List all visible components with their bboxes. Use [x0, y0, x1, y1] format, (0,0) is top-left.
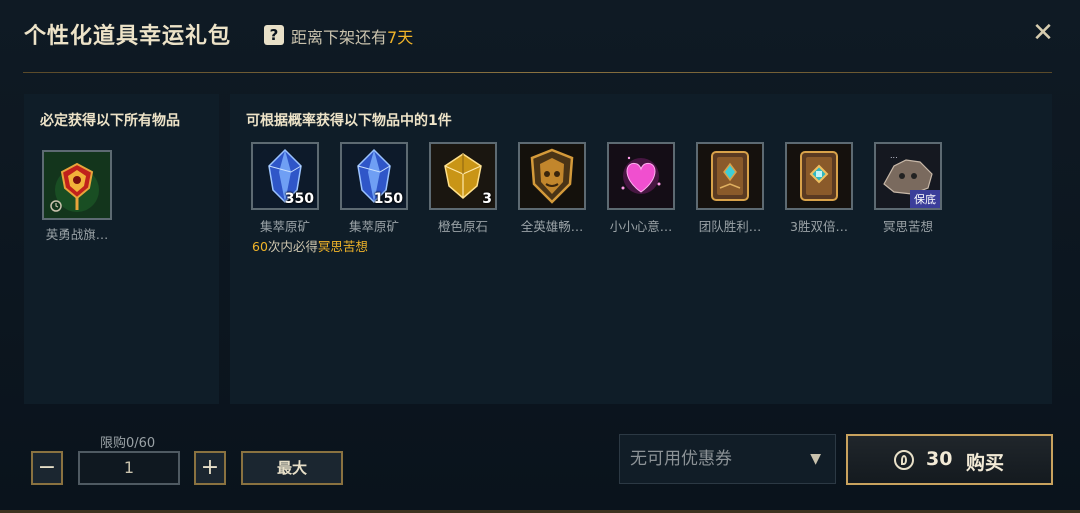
increase-button[interactable]: +	[194, 451, 226, 485]
blue-crystal-icon[interactable]: 350	[251, 142, 319, 210]
close-icon[interactable]: ✕	[1030, 20, 1056, 46]
quantity-input[interactable]: 1	[78, 451, 180, 485]
delist-days: 7天	[387, 28, 414, 47]
help-icon[interactable]: ?	[264, 25, 284, 45]
pity-note: 60次内必得冥思苦想	[252, 236, 368, 255]
purchase-limit: 限购0/60	[100, 436, 156, 451]
delist-countdown: 距离下架还有7天	[291, 24, 413, 48]
coupon-label: 无可用优惠券	[630, 449, 732, 469]
item-caption: 全英雄畅…	[520, 219, 584, 234]
pity-count: 60	[252, 239, 268, 254]
decrease-button[interactable]: −	[31, 451, 63, 485]
item-caption: 集萃原矿	[348, 219, 399, 234]
random-title: 可根据概率获得以下物品中的1件	[246, 113, 452, 129]
item-caption: 团队胜利…	[698, 219, 762, 234]
item-caption: 冥思苦想	[882, 219, 933, 234]
orange-essence-icon[interactable]: 3	[429, 142, 497, 210]
item-caption: 小小心意…	[609, 219, 673, 234]
item-caption: 橙色原石	[437, 219, 488, 234]
card-icon[interactable]	[785, 142, 853, 210]
item-quantity: 350	[284, 191, 314, 207]
random-panel: 可根据概率获得以下物品中的1件 350 集萃原矿 150 集萃原矿 3 橙色原石…	[230, 94, 1052, 404]
champion-shield-icon[interactable]	[518, 142, 586, 210]
guarantee-badge: 保底	[910, 190, 940, 208]
max-button[interactable]: 最大	[241, 451, 343, 485]
item-caption: 3胜双倍…	[790, 219, 848, 234]
coupon-select[interactable]: 无可用优惠券 ▼	[619, 434, 836, 484]
banner-icon[interactable]	[42, 150, 112, 220]
dialog-title: 个性化道具幸运礼包	[24, 24, 232, 49]
item-quantity: 150	[373, 191, 403, 207]
svg-text:...: ...	[890, 151, 898, 160]
chevron-down-icon: ▼	[810, 451, 821, 467]
currency-icon	[894, 450, 914, 470]
price: 30	[926, 448, 953, 470]
heart-icon[interactable]	[607, 142, 675, 210]
delist-prefix: 距离下架还有	[291, 28, 388, 47]
buy-label: 购买	[966, 452, 1005, 474]
pity-text: 次内必得	[267, 239, 318, 254]
guaranteed-panel: 必定获得以下所有物品 英勇战旗…	[24, 94, 219, 404]
guaranteed-title: 必定获得以下所有物品	[40, 113, 180, 129]
card-icon[interactable]	[696, 142, 764, 210]
item-caption: 英勇战旗…	[45, 227, 109, 242]
blue-crystal-icon[interactable]: 150	[340, 142, 408, 210]
pity-item: 冥思苦想	[317, 239, 368, 254]
item-quantity: 3	[482, 191, 492, 207]
gift-pack-dialog: 个性化道具幸运礼包 ? 距离下架还有7天 ✕ 必定获得以下所有物品 英勇战旗… …	[0, 0, 1080, 513]
buy-button[interactable]: 30 购买	[846, 434, 1053, 485]
emote-icon[interactable]: ... 保底	[874, 142, 942, 210]
header-divider	[23, 72, 1052, 73]
item-caption: 集萃原矿	[259, 219, 310, 234]
